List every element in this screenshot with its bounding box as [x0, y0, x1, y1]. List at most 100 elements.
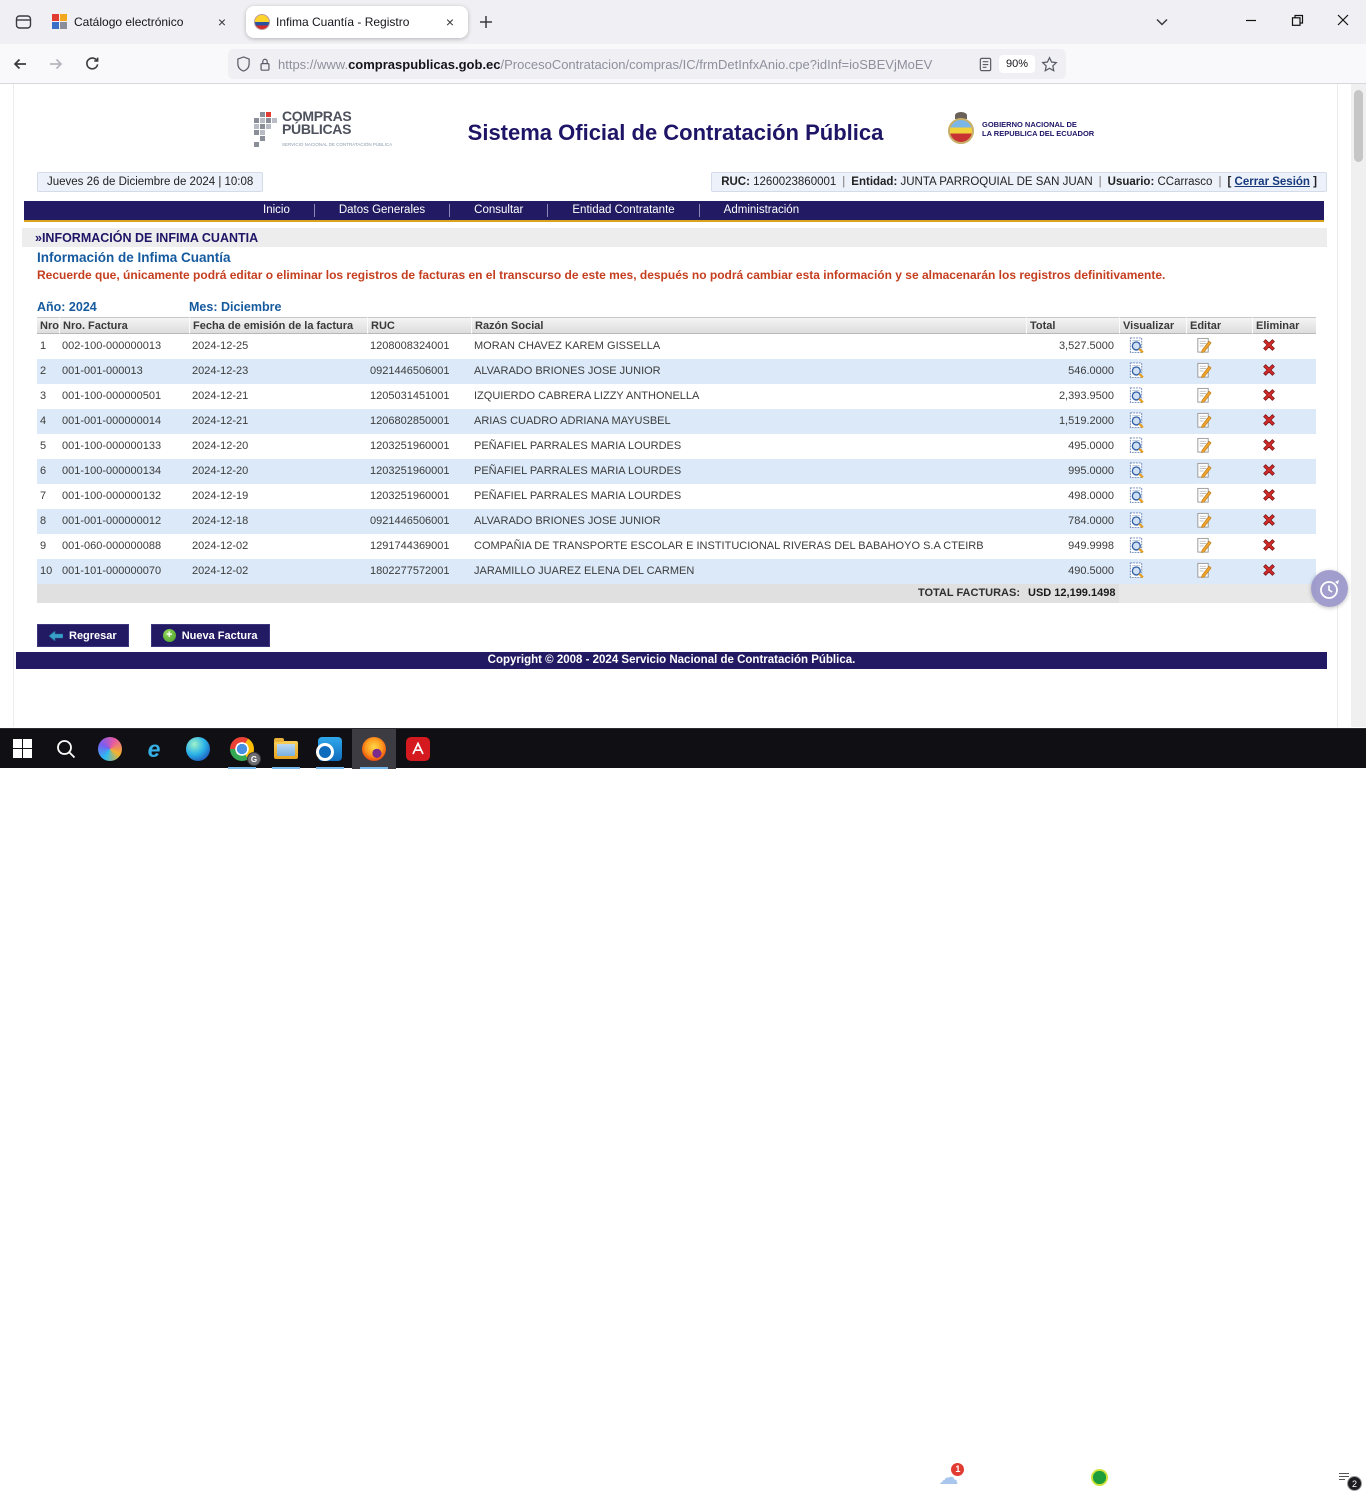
visualizar-icon[interactable] — [1128, 512, 1145, 529]
eliminar-icon[interactable] — [1261, 487, 1278, 504]
visualizar-icon[interactable] — [1128, 487, 1145, 504]
cell-factura: 001-101-000000070 — [59, 559, 189, 584]
tab-infima-cuantia[interactable]: Infima Cuantía - Registro × — [246, 6, 468, 38]
editar-icon[interactable] — [1195, 387, 1212, 404]
edge-button[interactable] — [176, 729, 220, 769]
eliminar-icon[interactable] — [1261, 362, 1278, 379]
language-indicator[interactable]: ESP — [1212, 1457, 1250, 1497]
lock-icon[interactable] — [258, 57, 272, 72]
cell-fecha: 2024-12-02 — [189, 534, 367, 559]
regresar-button[interactable]: Regresar — [37, 624, 129, 647]
menu-item-inicio[interactable]: Inicio — [239, 204, 314, 217]
wifi-icon[interactable] — [1179, 1457, 1212, 1497]
eliminar-icon[interactable] — [1261, 437, 1278, 454]
cell-razon-social: JARAMILLO JUAREZ ELENA DEL CARMEN — [471, 559, 1026, 584]
visualizar-icon[interactable] — [1128, 462, 1145, 479]
ecuador-crest-icon — [946, 112, 976, 146]
vertical-scrollbar[interactable] — [1351, 84, 1366, 727]
editar-icon[interactable] — [1195, 412, 1212, 429]
window-close-button[interactable] — [1320, 0, 1366, 40]
file-explorer-button[interactable] — [264, 729, 308, 769]
copilot-button[interactable] — [88, 729, 132, 769]
eliminar-icon[interactable] — [1261, 337, 1278, 354]
notification-count-badge: 2 — [1347, 1476, 1362, 1491]
eliminar-icon[interactable] — [1261, 562, 1278, 579]
outlook-button[interactable] — [308, 729, 352, 769]
cell-razon-social: IZQUIERDO CABRERA LIZZY ANTHONELLA — [471, 384, 1026, 409]
cell-factura: 001-100-000000133 — [59, 434, 189, 459]
editar-icon[interactable] — [1195, 462, 1212, 479]
eliminar-icon[interactable] — [1261, 512, 1278, 529]
visualizar-icon[interactable] — [1128, 562, 1145, 579]
eliminar-icon[interactable] — [1261, 537, 1278, 554]
editar-icon[interactable] — [1195, 437, 1212, 454]
volume-icon[interactable] — [1115, 1457, 1147, 1497]
scrollbar-thumb[interactable] — [1354, 90, 1363, 162]
cast-device-icon[interactable] — [1147, 1457, 1179, 1497]
visualizar-icon[interactable] — [1128, 437, 1145, 454]
firefox-view-button[interactable] — [8, 7, 38, 37]
window-minimize-button[interactable] — [1228, 0, 1274, 40]
internet-explorer-button[interactable]: e — [132, 729, 176, 769]
nueva-factura-button[interactable]: + Nueva Factura — [151, 624, 270, 647]
cell-total: 498.0000 — [1026, 484, 1119, 509]
tab-catalogo[interactable]: Catálogo electrónico × — [44, 6, 240, 38]
list-all-tabs-chevron-icon[interactable] — [1148, 8, 1176, 36]
logout-link[interactable]: Cerrar Sesión — [1235, 176, 1310, 188]
visualizar-icon[interactable] — [1128, 362, 1145, 379]
editar-icon[interactable] — [1195, 362, 1212, 379]
invoice-table-body: 1 002-100-000000013 2024-12-25 120800832… — [37, 334, 1316, 584]
clock-widget[interactable]: 10:05 26/12/2024 — [1250, 1463, 1328, 1491]
menu-item-datos-generales[interactable]: Datos Generales — [314, 204, 449, 217]
page-title: Sistema Oficial de Contratación Pública — [14, 120, 1337, 146]
bookmark-star-icon[interactable] — [1041, 56, 1058, 73]
windows-logo-icon — [13, 739, 32, 758]
visualizar-icon[interactable] — [1128, 387, 1145, 404]
editar-icon[interactable] — [1195, 487, 1212, 504]
visualizar-icon[interactable] — [1128, 537, 1145, 554]
visualizar-icon[interactable] — [1128, 412, 1145, 429]
cell-nro: 9 — [37, 534, 59, 559]
col-header-fecha: Fecha de emisión de la factura — [189, 317, 367, 334]
eliminar-icon[interactable] — [1261, 412, 1278, 429]
editar-icon[interactable] — [1195, 337, 1212, 354]
reload-button[interactable] — [76, 48, 108, 80]
shield-icon[interactable] — [236, 56, 251, 72]
chrome-button[interactable]: G — [220, 729, 264, 769]
eliminar-icon[interactable] — [1261, 462, 1278, 479]
window-restore-button[interactable] — [1274, 0, 1320, 40]
new-tab-button[interactable] — [472, 8, 500, 36]
eliminar-icon[interactable] — [1261, 387, 1278, 404]
editar-icon[interactable] — [1195, 562, 1212, 579]
cell-factura: 001-001-000013 — [59, 359, 189, 384]
search-button[interactable] — [44, 729, 88, 769]
reader-view-icon[interactable] — [978, 57, 993, 72]
breadcrumb: »INFORMACIÓN DE INFIMA CUANTIA — [22, 228, 1327, 247]
visualizar-icon[interactable] — [1128, 337, 1145, 354]
invoice-row: 8 001-001-000000012 2024-12-18 092144650… — [37, 509, 1316, 534]
entidad-value: JUNTA PARROQUIAL DE SAN JUAN — [901, 176, 1093, 188]
tab-close-icon[interactable]: × — [440, 12, 460, 32]
menu-item-entidad-contratante[interactable]: Entidad Contratante — [547, 204, 698, 217]
floating-timer-overlay-button[interactable] — [1311, 570, 1348, 607]
url-bar[interactable]: https://www.compraspublicas.gob.ec/Proce… — [228, 49, 1066, 79]
menu-item-consultar[interactable]: Consultar — [449, 204, 547, 217]
cell-total: 1,519.2000 — [1026, 409, 1119, 434]
copyright-footer: Copyright © 2008 - 2024 Servicio Naciona… — [16, 652, 1327, 669]
zoom-level-badge[interactable]: 90% — [999, 55, 1035, 73]
weather-widget[interactable]: ☁1 25°C Nublado — [930, 1457, 1057, 1497]
firefox-button[interactable] — [352, 729, 396, 769]
forward-button[interactable] — [40, 48, 72, 80]
start-button[interactable] — [0, 729, 44, 769]
cell-razon-social: ARIAS CUADRO ADRIANA MAYUSBEL — [471, 409, 1026, 434]
back-button[interactable] — [4, 48, 36, 80]
cell-ruc: 0921446506001 — [367, 359, 471, 384]
notification-center-button[interactable]: 2 — [1328, 1457, 1366, 1497]
editar-icon[interactable] — [1195, 512, 1212, 529]
tab-close-icon[interactable]: × — [212, 12, 232, 32]
menu-item-administracion[interactable]: Administración — [699, 204, 823, 217]
tray-chevron-up-icon[interactable] — [1058, 1457, 1084, 1497]
editar-icon[interactable] — [1195, 537, 1212, 554]
antivirus-tray-icon[interactable] — [1084, 1457, 1115, 1497]
acrobat-button[interactable] — [396, 729, 440, 769]
